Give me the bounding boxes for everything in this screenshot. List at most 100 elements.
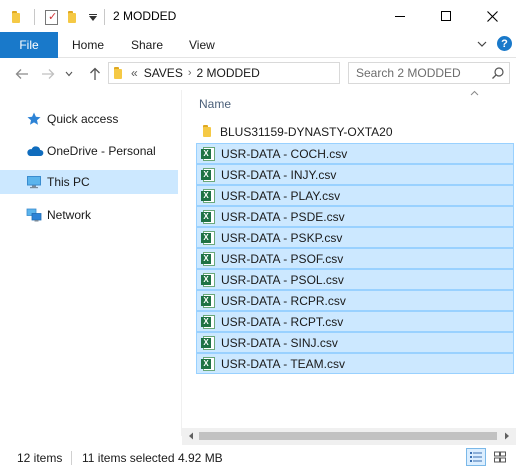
selection-count: 11 items selected: [82, 451, 175, 465]
file-name: USR-DATA - RCPR.csv: [221, 294, 346, 308]
file-name: USR-DATA - PSOL.csv: [221, 273, 344, 287]
excel-csv-icon: X: [201, 357, 215, 371]
list-item-file[interactable]: X USR-DATA - PLAY.csv: [196, 185, 514, 206]
network-icon: [26, 207, 42, 223]
search-input[interactable]: [356, 66, 486, 80]
tab-view[interactable]: View: [189, 38, 215, 52]
scroll-left-button[interactable]: [185, 430, 197, 442]
up-button[interactable]: [86, 65, 104, 83]
window-title: 2 MODDED: [113, 9, 177, 23]
chevron-down-icon: [65, 71, 73, 77]
list-item-file[interactable]: X USR-DATA - SINJ.csv: [196, 332, 514, 353]
excel-csv-icon: X: [201, 210, 215, 224]
file-name: BLUS31159-DYNASTY-OXTA20: [220, 125, 393, 139]
list-item-file[interactable]: X USR-DATA - PSOL.csv: [196, 269, 514, 290]
chevron-right-icon: [505, 432, 509, 440]
file-tab[interactable]: File: [0, 32, 58, 58]
help-button[interactable]: ?: [497, 36, 512, 51]
list-item-file[interactable]: X USR-DATA - INJY.csv: [196, 164, 514, 185]
file-name: USR-DATA - PSDE.csv: [221, 210, 345, 224]
file-name: USR-DATA - INJY.csv: [221, 168, 337, 182]
new-folder-icon[interactable]: [68, 8, 76, 26]
cloud-icon: [26, 143, 44, 159]
excel-csv-icon: X: [201, 168, 215, 182]
customize-qat-dropdown[interactable]: [89, 8, 97, 26]
file-name: USR-DATA - PSOF.csv: [221, 252, 344, 266]
large-icons-view-icon: [494, 451, 506, 463]
separator: [104, 8, 105, 26]
search-icon[interactable]: [491, 66, 505, 80]
list-item-file[interactable]: X USR-DATA - PSKP.csv: [196, 227, 514, 248]
selection-size: 4.92 MB: [178, 451, 223, 465]
forward-button[interactable]: [39, 65, 57, 83]
arrow-right-icon: [42, 69, 55, 79]
maximize-button[interactable]: [423, 0, 469, 32]
back-button[interactable]: [13, 65, 31, 83]
chevron-down-icon: [477, 41, 487, 47]
excel-csv-icon: X: [201, 336, 215, 350]
breadcrumb-separator[interactable]: ›: [188, 67, 192, 79]
address-overflow-button[interactable]: «: [131, 66, 138, 80]
breadcrumb-current[interactable]: 2 MODDED: [197, 66, 260, 80]
nav-item-quick-access[interactable]: Quick access: [0, 107, 178, 131]
close-icon: [486, 10, 498, 22]
list-item-file[interactable]: X USR-DATA - RCPR.csv: [196, 290, 514, 311]
recent-locations-button[interactable]: [63, 65, 75, 83]
excel-csv-icon: X: [201, 231, 215, 245]
pane-divider[interactable]: [181, 90, 182, 436]
address-bar[interactable]: « SAVES › 2 MODDED: [108, 62, 443, 84]
nav-item-network[interactable]: Network: [0, 203, 178, 227]
arrow-left-icon: [15, 69, 28, 79]
breadcrumb-saves[interactable]: SAVES: [144, 66, 183, 80]
file-name: USR-DATA - TEAM.csv: [221, 357, 346, 371]
file-name: USR-DATA - RCPT.csv: [221, 315, 344, 329]
minimize-button[interactable]: [377, 0, 423, 32]
file-name: USR-DATA - SINJ.csv: [221, 336, 338, 350]
folder-icon: [114, 67, 122, 79]
minimize-icon: [395, 15, 405, 17]
arrow-up-icon: [90, 67, 100, 80]
file-name: USR-DATA - COCH.csv: [221, 147, 348, 161]
computer-icon: [26, 174, 42, 190]
tab-home[interactable]: Home: [72, 38, 104, 52]
star-icon: [26, 111, 42, 127]
list-item-folder[interactable]: BLUS31159-DYNASTY-OXTA20: [196, 122, 514, 143]
excel-csv-icon: X: [201, 147, 215, 161]
nav-item-onedrive[interactable]: OneDrive - Personal: [0, 139, 178, 163]
separator: [34, 8, 35, 26]
nav-item-label: OneDrive - Personal: [47, 144, 156, 158]
excel-csv-icon: X: [201, 252, 215, 266]
search-box[interactable]: [348, 62, 510, 84]
close-button[interactable]: [468, 0, 516, 32]
excel-csv-icon: X: [201, 315, 215, 329]
file-name: USR-DATA - PSKP.csv: [221, 231, 343, 245]
chevron-left-icon: [189, 432, 193, 440]
details-view-icon: [470, 452, 482, 462]
expand-ribbon-button[interactable]: [476, 38, 488, 50]
navigation-pane: Quick access OneDrive - Personal This PC…: [0, 90, 180, 434]
horizontal-scrollbar[interactable]: [182, 428, 516, 445]
details-view-button[interactable]: [466, 448, 486, 466]
nav-item-label: Network: [47, 208, 92, 222]
list-item-file[interactable]: X USR-DATA - TEAM.csv: [196, 353, 514, 374]
ribbon: File Home Share View ?: [0, 32, 516, 58]
excel-csv-icon: X: [201, 273, 215, 287]
scroll-right-button[interactable]: [501, 430, 513, 442]
excel-csv-icon: X: [201, 189, 215, 203]
tab-share[interactable]: Share: [131, 38, 163, 52]
large-icons-view-button[interactable]: [490, 448, 510, 466]
status-bar: 12 items 11 items selected 4.92 MB: [0, 445, 516, 470]
list-item-file[interactable]: X USR-DATA - RCPT.csv: [196, 311, 514, 332]
scrollbar-thumb[interactable]: [199, 432, 497, 440]
list-item-file[interactable]: X USR-DATA - COCH.csv: [196, 143, 514, 164]
column-header-name[interactable]: Name: [199, 97, 231, 111]
sort-ascending-icon: [470, 87, 479, 99]
list-item-file[interactable]: X USR-DATA - PSDE.csv: [196, 206, 514, 227]
nav-item-label: Quick access: [47, 112, 119, 126]
folder-icon: [200, 125, 214, 139]
properties-check-icon[interactable]: ✓: [45, 8, 58, 26]
status-separator: [71, 451, 72, 465]
folder-icon: [12, 8, 20, 26]
list-item-file[interactable]: X USR-DATA - PSOF.csv: [196, 248, 514, 269]
nav-item-this-pc[interactable]: This PC: [0, 170, 178, 194]
